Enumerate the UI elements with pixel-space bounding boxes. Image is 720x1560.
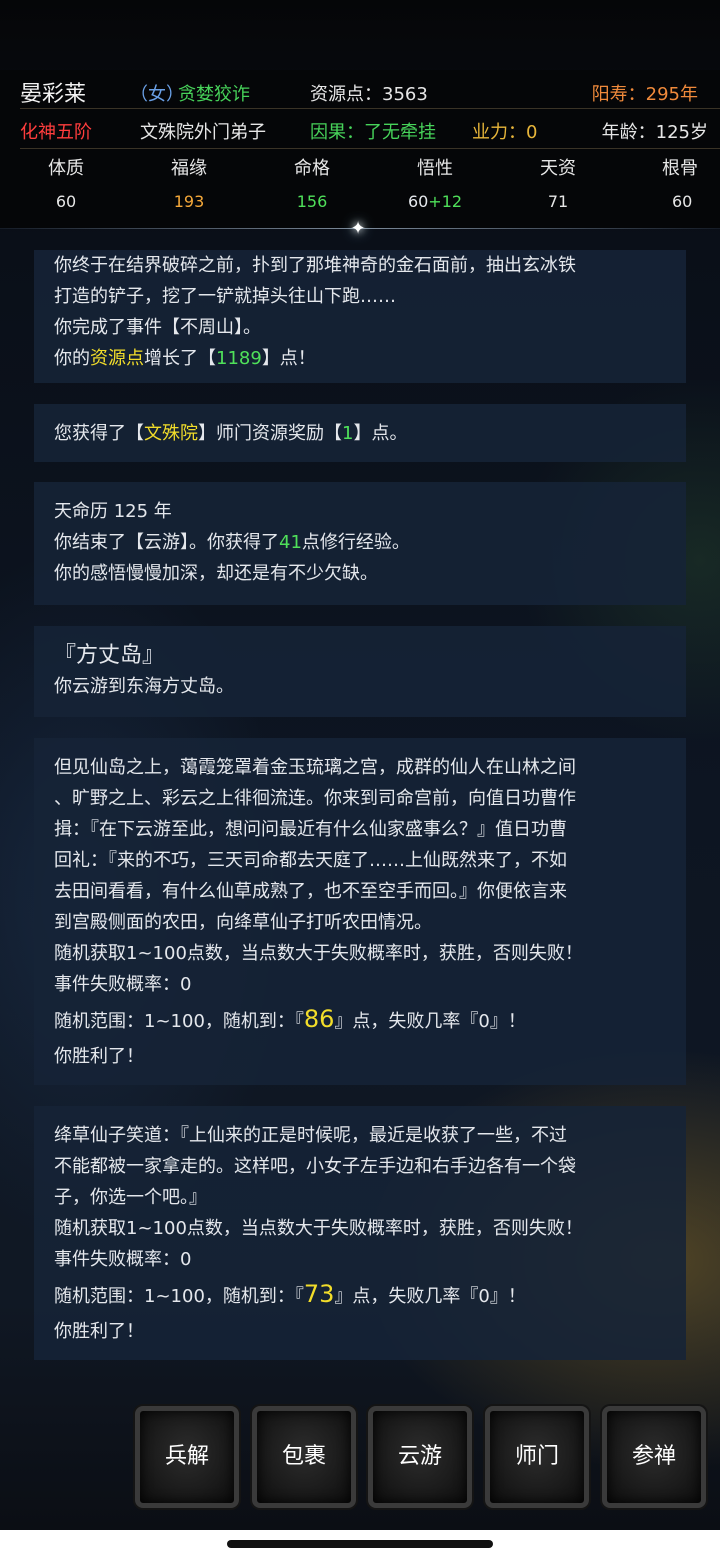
stat-label: 天资 [540, 158, 576, 179]
karma-points: 业力：0 [472, 122, 538, 143]
home-indicator[interactable] [227, 1540, 493, 1548]
header-divider [20, 148, 720, 149]
character-gender: （女） [130, 84, 184, 105]
resource-points: 资源点：3563 [310, 84, 428, 105]
sect-reward-text: 您获得了【文殊院】师门资源奖励【1】点。 [54, 423, 408, 444]
exp-gain-text: 你结束了【云游】。你获得了41点修行经验。 [54, 532, 410, 553]
roll-result-text: 随机范围：1~100，随机到：『86』点，失败几率『0』！ [54, 1005, 526, 1033]
stat-talent: 天资 71 [508, 152, 608, 218]
log-text: 子，你选一个吧。』 [54, 1187, 207, 1208]
travel-button[interactable]: 云游 [368, 1406, 472, 1508]
stat-label: 根骨 [662, 158, 698, 179]
log-text: 你的感悟慢慢加深，却还是有不少欠缺。 [54, 563, 378, 584]
log-text: 但见仙岛之上，蔼霞笼罩着金玉琉璃之宫，成群的仙人在山林之间 [54, 757, 576, 778]
log-entry: 您获得了【文殊院】师门资源奖励【1】点。 [34, 404, 686, 462]
stat-constitution: 体质 60 [16, 152, 116, 218]
log-text: 你终于在结界破碎之前，扑到了那堆神奇的金石面前，抽出玄冰铁 [54, 255, 576, 276]
stats-bar: 体质 60 福缘 193 命格 156 悟性 60+12 天资 71 根骨 60 [0, 152, 720, 222]
log-text: 去田间看看，有什么仙草成熟了，也不至空手而回。』你便依言来 [54, 881, 567, 902]
log-text: 你云游到东海方丈岛。 [54, 676, 234, 697]
header-row-1: 晏彩莱 （女） 贪婪狡诈 资源点：3563 阳寿：295年 [0, 70, 720, 108]
log-entry: 你终于在结界破碎之前，扑到了那堆神奇的金石面前，抽出玄冰铁 打造的铲子，挖了一铲… [34, 250, 686, 383]
log-text: 到宫殿侧面的农田，向绛草仙子打听农田情况。 [54, 912, 432, 933]
system-home-bar [0, 1530, 720, 1560]
fail-chance-text: 事件失败概率：0 [54, 1249, 192, 1270]
meditate-button[interactable]: 参禅 [602, 1406, 706, 1508]
stat-label: 福缘 [171, 158, 207, 179]
stat-value: 60+12 [385, 186, 485, 218]
resource-gain-text: 你的资源点增长了【1189】点！ [54, 348, 316, 369]
stat-comprehension: 悟性 60+12 [385, 152, 485, 218]
lifespan: 阳寿：295年 [591, 84, 698, 105]
character-trait: 贪婪狡诈 [178, 84, 250, 105]
stat-destiny: 命格 156 [262, 152, 362, 218]
stat-fortune: 福缘 193 [139, 152, 239, 218]
sparkle-icon: ✦ [350, 218, 366, 239]
stat-value: 71 [547, 192, 569, 211]
cultivation-realm: 化神五阶 [20, 122, 92, 143]
stat-value: 193 [173, 192, 205, 211]
victory-text: 你胜利了！ [54, 1046, 144, 1067]
roll-rule-text: 随机获取1~100点数，当点数大于失败概率时，获胜，否则失败！ [54, 1218, 583, 1239]
roll-result-text: 随机范围：1~100，随机到：『73』点，失败几率『0』！ [54, 1280, 526, 1308]
log-entry: 『方丈岛』 你云游到东海方丈岛。 [34, 626, 686, 717]
victory-text: 你胜利了！ [54, 1321, 144, 1342]
log-entry: 绛草仙子笑道：『上仙来的正是时候呢，最近是收获了一些，不过 不能都被一家拿走的。… [34, 1106, 686, 1360]
log-entry: 天命历 125 年 你结束了【云游】。你获得了41点修行经验。 你的感悟慢慢加深… [34, 482, 686, 605]
location-title: 『方丈岛』 [54, 643, 165, 668]
log-text: 、旷野之上、彩云之上徘徊流连。你来到司命宫前，向值日功曹作 [54, 788, 576, 809]
stat-base: 60 [407, 192, 429, 211]
event-complete-text: 你完成了事件【不周山】。 [54, 317, 261, 338]
roll-rule-text: 随机获取1~100点数，当点数大于失败概率时，获胜，否则失败！ [54, 943, 583, 964]
log-entry: 但见仙岛之上，蔼霞笼罩着金玉琉璃之宫，成群的仙人在山林之间 、旷野之上、彩云之上… [34, 738, 686, 1085]
year-heading: 天命历 125 年 [54, 501, 172, 522]
stat-value: 60 [672, 192, 693, 211]
character-age: 年龄：125岁 [601, 122, 708, 143]
log-text: 绛草仙子笑道：『上仙来的正是时候呢，最近是收获了一些，不过 [54, 1125, 567, 1146]
stat-bonus: +12 [428, 192, 463, 211]
stat-label: 悟性 [417, 158, 453, 179]
header-row-2: 化神五阶 文殊院外门弟子 因果：了无牵挂 业力：0 年龄：125岁 [0, 108, 720, 146]
character-header: 晏彩莱 （女） 贪婪狡诈 资源点：3563 阳寿：295年 化神五阶 文殊院外门… [0, 70, 720, 228]
karma-status: 因果：了无牵挂 [310, 122, 436, 143]
sect-button[interactable]: 师门 [485, 1406, 589, 1508]
inventory-button[interactable]: 包裹 [252, 1406, 356, 1508]
log-text: 回礼：『来的不巧，三天司命都去天庭了……上仙既然来了，不如 [54, 850, 567, 871]
stat-value: 156 [296, 192, 328, 211]
stat-label: 命格 [294, 158, 330, 179]
log-text: 打造的铲子，挖了一铲就掉头往山下跑…… [54, 286, 396, 307]
stat-label: 体质 [48, 158, 84, 179]
stat-bone: 根骨 60 [632, 152, 720, 218]
log-text: 不能都被一家拿走的。这样吧，小女子左手边和右手边各有一个袋 [54, 1156, 576, 1177]
sect-rank: 文殊院外门弟子 [140, 122, 266, 143]
fail-chance-text: 事件失败概率：0 [54, 974, 192, 995]
stat-value: 60 [55, 192, 77, 211]
character-name: 晏彩莱 [20, 82, 87, 107]
log-text: 揖：『在下云游至此，想问问最近有什么仙家盛事么？』值日功曹 [54, 819, 567, 840]
bingjie-button[interactable]: 兵解 [135, 1406, 239, 1508]
